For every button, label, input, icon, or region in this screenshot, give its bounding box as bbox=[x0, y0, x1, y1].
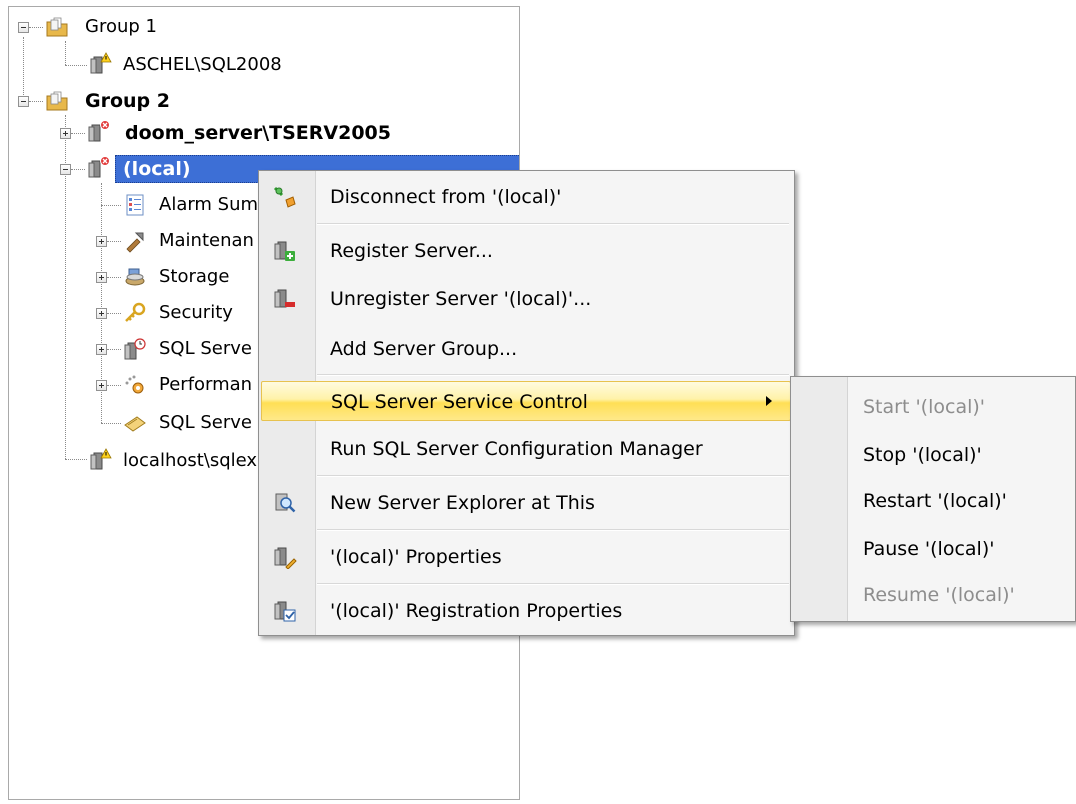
expand-toggle[interactable] bbox=[60, 128, 71, 139]
server-context-menu: Disconnect from '(local)' Register Serve… bbox=[258, 170, 795, 636]
maintenance-icon bbox=[126, 232, 144, 253]
server-group-folder-icon bbox=[46, 17, 68, 37]
menu-item-label: '(local)' Registration Properties bbox=[330, 600, 623, 622]
menu-item-label: New Server Explorer at This bbox=[330, 492, 595, 514]
expand-toggle[interactable] bbox=[96, 344, 107, 355]
tree-child-label[interactable]: Security bbox=[159, 301, 233, 325]
tree-line bbox=[71, 133, 85, 134]
server-disconnected-icon bbox=[88, 156, 110, 178]
tree-line bbox=[65, 65, 87, 66]
tree-child-label[interactable]: Alarm Sum bbox=[159, 193, 258, 217]
tree-group-2-label[interactable]: Group 2 bbox=[85, 89, 170, 113]
service-control-submenu: Start '(local)' Stop '(local)' Restart '… bbox=[790, 376, 1076, 622]
server-warning-icon bbox=[90, 52, 112, 74]
menu-separator bbox=[317, 583, 789, 585]
tree-line bbox=[101, 205, 121, 206]
menu-item-unregister-server[interactable]: Unregister Server '(local)'... bbox=[261, 279, 791, 319]
tree-server-localhost-label[interactable]: localhost\sqlex bbox=[123, 449, 257, 473]
menu-item-label: '(local)' Properties bbox=[330, 546, 502, 568]
expand-toggle[interactable] bbox=[96, 272, 107, 283]
tree-line bbox=[29, 27, 43, 28]
tree-line bbox=[107, 385, 121, 386]
tree-line bbox=[23, 37, 24, 101]
menu-item-properties[interactable]: '(local)' Properties bbox=[261, 537, 791, 577]
tree-line bbox=[107, 277, 121, 278]
expand-toggle[interactable] bbox=[96, 236, 107, 247]
menu-item-label: Disconnect from '(local)' bbox=[330, 186, 562, 208]
collapse-toggle[interactable] bbox=[60, 164, 71, 175]
tree-server-aschel-label[interactable]: ASCHEL\SQL2008 bbox=[123, 53, 282, 77]
server-disconnected-icon bbox=[88, 120, 110, 142]
submenu-item-stop[interactable]: Stop '(local)' bbox=[863, 443, 982, 467]
menu-separator bbox=[317, 529, 789, 531]
tree-line bbox=[101, 423, 121, 424]
menu-icon-gutter bbox=[791, 377, 848, 621]
tree-line bbox=[29, 101, 43, 102]
tree-child-label[interactable]: SQL Serve bbox=[159, 411, 252, 435]
submenu-item-start[interactable]: Start '(local)' bbox=[863, 395, 985, 419]
server-warning-icon bbox=[90, 448, 112, 470]
menu-separator bbox=[317, 223, 789, 225]
tree-line bbox=[107, 241, 121, 242]
tree-line bbox=[107, 313, 121, 314]
menu-item-label: Unregister Server '(local)'... bbox=[330, 288, 592, 310]
tree-line bbox=[71, 169, 85, 170]
submenu-item-pause[interactable]: Pause '(local)' bbox=[863, 537, 994, 561]
performance-icon bbox=[125, 375, 144, 394]
key-icon bbox=[125, 302, 146, 322]
disconnect-plug-icon bbox=[273, 186, 296, 208]
submenu-item-restart[interactable]: Restart '(local)' bbox=[863, 489, 1007, 513]
submenu-arrow-icon bbox=[766, 396, 772, 406]
server-properties-icon bbox=[274, 547, 297, 569]
tree-group-1-label[interactable]: Group 1 bbox=[85, 15, 157, 39]
tree-child-label[interactable]: SQL Serve bbox=[159, 337, 252, 361]
sql-server-agent-icon bbox=[124, 338, 146, 360]
storage-icon bbox=[125, 268, 145, 286]
submenu-item-resume[interactable]: Resume '(local)' bbox=[863, 583, 1015, 607]
tree-line bbox=[65, 459, 87, 460]
magnifier-icon bbox=[275, 493, 296, 513]
menu-separator bbox=[317, 374, 789, 376]
menu-item-label: Run SQL Server Configuration Manager bbox=[330, 438, 703, 460]
tree-child-label[interactable]: Storage bbox=[159, 265, 229, 289]
collapse-toggle[interactable] bbox=[18, 96, 29, 107]
sql-script-icon bbox=[124, 416, 146, 432]
menu-separator bbox=[317, 475, 789, 477]
menu-item-label: Add Server Group... bbox=[330, 338, 518, 360]
tree-line bbox=[65, 41, 66, 65]
tree-child-label[interactable]: Maintenan bbox=[159, 229, 254, 253]
alarm-summary-icon bbox=[126, 194, 144, 216]
menu-item-registration-properties[interactable]: '(local)' Registration Properties bbox=[261, 591, 791, 631]
menu-item-disconnect[interactable]: Disconnect from '(local)' bbox=[261, 177, 791, 217]
menu-item-add-server-group[interactable]: Add Server Group... bbox=[261, 329, 791, 369]
tree-server-local-label[interactable]: (local) bbox=[123, 157, 191, 181]
register-server-icon bbox=[274, 241, 295, 261]
tree-server-doom-label[interactable]: doom_server\TSERV2005 bbox=[125, 121, 391, 145]
server-group-folder-icon bbox=[46, 91, 68, 111]
tree-child-label[interactable]: Performan bbox=[159, 373, 252, 397]
unregister-server-icon bbox=[274, 289, 295, 308]
menu-item-sql-server-service-control[interactable]: SQL Server Service Control bbox=[261, 381, 791, 421]
expand-toggle[interactable] bbox=[96, 308, 107, 319]
menu-item-label: Register Server... bbox=[330, 240, 493, 262]
tree-line bbox=[107, 349, 121, 350]
menu-item-register-server[interactable]: Register Server... bbox=[261, 231, 791, 271]
menu-item-label: SQL Server Service Control bbox=[331, 391, 588, 413]
collapse-toggle[interactable] bbox=[18, 22, 29, 33]
registration-properties-icon bbox=[274, 601, 296, 622]
menu-item-run-configuration-manager[interactable]: Run SQL Server Configuration Manager bbox=[261, 429, 791, 469]
expand-toggle[interactable] bbox=[96, 380, 107, 391]
menu-item-new-server-explorer[interactable]: New Server Explorer at This bbox=[261, 483, 791, 523]
